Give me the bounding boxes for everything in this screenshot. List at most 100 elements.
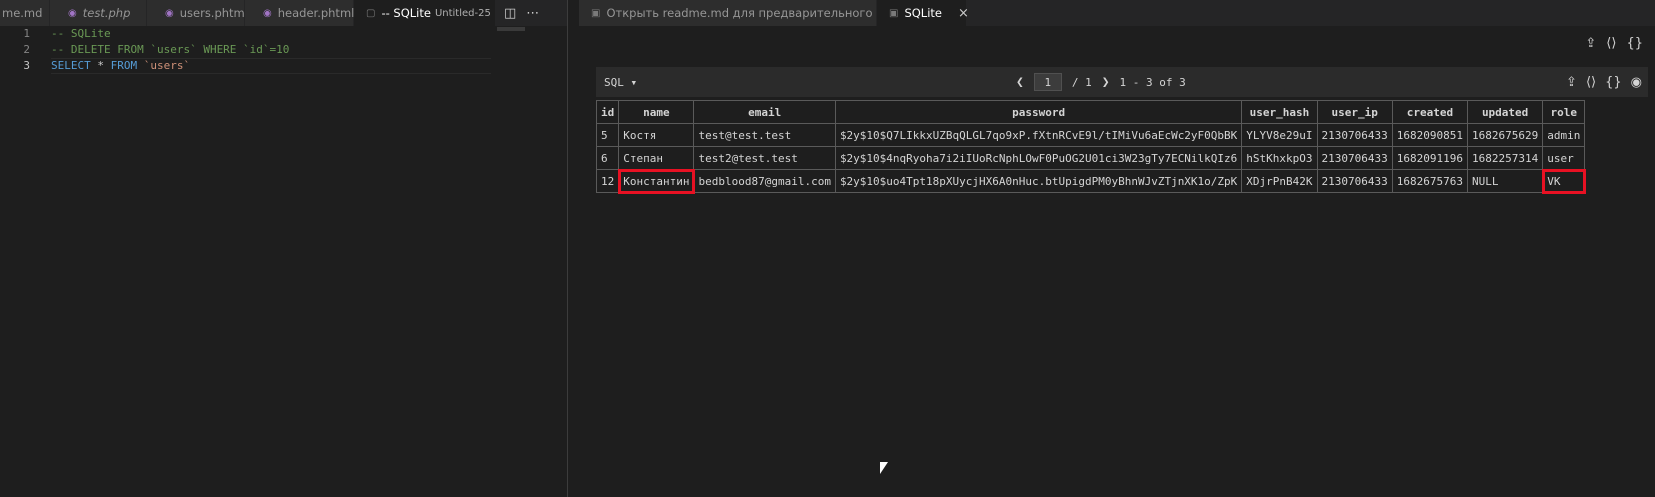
- cell-created[interactable]: 1682090851: [1391, 123, 1469, 147]
- tab-label: users.phtml: [179, 6, 248, 20]
- page-number-input[interactable]: [1033, 73, 1062, 91]
- json-icon[interactable]: ⟨⟩: [1606, 36, 1616, 51]
- cell-password[interactable]: $2y$10$uo4Tpt18pXUycjHX6A0nHuc.btUpigdPM…: [834, 169, 1243, 193]
- line-number: 1: [23, 27, 30, 40]
- cell-email[interactable]: test2@test.test: [693, 146, 836, 170]
- preview-tab-bar: ▣ Открыть readme.md для предварительного…: [579, 0, 1655, 26]
- cell-id[interactable]: 12: [595, 169, 620, 193]
- tab-test-php[interactable]: ◉ test.php: [50, 0, 147, 26]
- column-header[interactable]: email: [693, 100, 836, 124]
- editor-actions: ◫ ⋯: [496, 0, 547, 26]
- table-row: 12 Константин bedblood87@gmail.com $2y$1…: [595, 168, 1586, 194]
- tab-label: -- SQLite: [381, 6, 431, 20]
- panel-top-icons: ⇪ ⟨⟩ {}: [1585, 36, 1643, 51]
- code-line-current: 3 SELECT * FROM `users`: [0, 58, 567, 74]
- export-icon[interactable]: ⇪: [1566, 75, 1577, 90]
- results-toolbar: SQL ▾ ❮ / 1 ❯ 1 - 3 of 3 ⇪ ⟨⟩ {} ◉: [596, 67, 1648, 97]
- tab-label: me.md: [2, 6, 43, 20]
- keyword-select: SELECT: [51, 59, 91, 72]
- column-header[interactable]: user_hash: [1241, 100, 1318, 124]
- braces-icon[interactable]: {}: [1626, 36, 1643, 51]
- json-icon[interactable]: ⟨⟩: [1586, 75, 1596, 90]
- eye-icon[interactable]: ◉: [1631, 75, 1642, 90]
- preview-icon: ▣: [889, 7, 899, 19]
- split-editor-icon[interactable]: ◫: [504, 6, 516, 21]
- minimap[interactable]: [497, 27, 525, 31]
- cell-name[interactable]: Степан: [618, 146, 695, 170]
- editor-splitter[interactable]: [567, 0, 568, 497]
- code-text: -- SQLite: [51, 27, 111, 40]
- tab-header-phtml[interactable]: ◉ header.phtml: [245, 0, 354, 26]
- prev-page-icon[interactable]: ❮: [1016, 75, 1024, 90]
- cell-user-ip[interactable]: 2130706433: [1316, 146, 1393, 170]
- cell-password[interactable]: $2y$10$Q7LIkkxUZBqQLGL7qo9xP.fXtnRCvE9l/…: [834, 123, 1243, 147]
- cell-user-ip[interactable]: 2130706433: [1316, 169, 1393, 193]
- column-header[interactable]: password: [834, 100, 1243, 124]
- cell-password[interactable]: $2y$10$4nqRyoha7i2iIUoRcNphLOwF0PuOG2U01…: [834, 146, 1243, 170]
- sqlite-results-panel: ⇪ ⟨⟩ {} SQL ▾ ❮ / 1 ❯ 1 - 3 of 3 ⇪ ⟨⟩ {}…: [580, 26, 1655, 497]
- php-icon: ◉: [68, 7, 77, 19]
- file-icon: ▢: [366, 7, 376, 19]
- cell-name-highlighted[interactable]: Константин: [617, 168, 695, 194]
- mouse-cursor-icon: [880, 462, 888, 474]
- identifier-users: `users`: [137, 59, 191, 72]
- code-text: -- DELETE FROM `users` WHERE `id`=10: [51, 43, 290, 56]
- cell-role[interactable]: admin: [1542, 123, 1586, 147]
- cell-updated[interactable]: NULL: [1466, 169, 1544, 193]
- tab-sqlite-results[interactable]: ▣ SQLite ×: [877, 0, 969, 26]
- code-line: 2 -- DELETE FROM `users` WHERE `id`=10: [0, 42, 567, 58]
- cell-updated[interactable]: 1682675629: [1466, 123, 1544, 147]
- cell-id[interactable]: 5: [595, 123, 620, 147]
- more-actions-icon[interactable]: ⋯: [526, 6, 539, 21]
- line-number: 3: [23, 59, 30, 72]
- cell-user-hash[interactable]: YLYV8e29uI: [1241, 123, 1318, 147]
- tab-sublabel: Untitled-25: [434, 7, 491, 19]
- cell-user-hash[interactable]: hStKhxkpO3: [1241, 146, 1318, 170]
- php-icon: ◉: [263, 7, 272, 19]
- table-row: 6 Степан test2@test.test $2y$10$4nqRyoha…: [595, 146, 1586, 170]
- sql-dropdown[interactable]: SQL ▾: [604, 76, 637, 89]
- code-editor[interactable]: 1 -- SQLite 2 -- DELETE FROM `users` WHE…: [0, 26, 567, 497]
- column-header[interactable]: updated: [1466, 100, 1544, 124]
- toolbar-icons: ⇪ ⟨⟩ {} ◉: [1566, 67, 1642, 97]
- cell-role-highlighted[interactable]: VK: [1541, 168, 1586, 194]
- braces-icon[interactable]: {}: [1605, 75, 1622, 90]
- cell-email[interactable]: test@test.test: [693, 123, 836, 147]
- code-line: 1 -- SQLite: [0, 26, 567, 42]
- editor-tab-bar: me.md ◉ test.php ◉ users.phtml ◉ header.…: [0, 0, 568, 26]
- keyword-from: FROM: [110, 59, 138, 72]
- column-header[interactable]: created: [1391, 100, 1469, 124]
- next-page-icon[interactable]: ❯: [1102, 75, 1110, 90]
- tab-label: SQLite: [904, 6, 942, 20]
- cell-user-ip[interactable]: 2130706433: [1316, 123, 1393, 147]
- cell-name[interactable]: Костя: [618, 123, 695, 147]
- cell-user-hash[interactable]: XDjrPnB42K: [1241, 169, 1318, 193]
- column-header[interactable]: role: [1542, 100, 1586, 124]
- close-icon[interactable]: ×: [958, 6, 969, 21]
- cell-id[interactable]: 6: [595, 146, 620, 170]
- column-header[interactable]: user_ip: [1316, 100, 1393, 124]
- page-total: / 1: [1071, 75, 1092, 89]
- tab-readme[interactable]: me.md: [0, 0, 50, 26]
- tab-users-phtml[interactable]: ◉ users.phtml: [147, 0, 248, 26]
- header-row: id name email password user_hash user_ip…: [595, 100, 1586, 124]
- cell-created[interactable]: 1682091196: [1391, 146, 1469, 170]
- cell-updated[interactable]: 1682257314: [1466, 146, 1544, 170]
- export-icon[interactable]: ⇪: [1585, 36, 1596, 51]
- pager: ❮ / 1 ❯ 1 - 3 of 3: [1016, 67, 1186, 97]
- line-number: 2: [23, 43, 30, 56]
- table-row: 5 Костя test@test.test $2y$10$Q7LIkkxUZB…: [595, 123, 1586, 147]
- tab-sqlite-untitled[interactable]: ▢ -- SQLite Untitled-25: [354, 0, 496, 26]
- preview-icon: ▣: [591, 7, 601, 19]
- code-text: SELECT * FROM `users`: [51, 58, 491, 74]
- code-fragment: *: [90, 59, 111, 72]
- cell-email[interactable]: bedblood87@gmail.com: [693, 169, 836, 193]
- php-icon: ◉: [165, 7, 174, 19]
- cell-created[interactable]: 1682675763: [1391, 169, 1469, 193]
- column-header[interactable]: id: [595, 100, 620, 124]
- cell-role[interactable]: user: [1542, 146, 1586, 170]
- column-header[interactable]: name: [618, 100, 695, 124]
- tab-readme-preview[interactable]: ▣ Открыть readme.md для предварительного…: [579, 0, 941, 26]
- results-table: id name email password user_hash user_ip…: [595, 100, 1586, 194]
- row-range: 1 - 3 of 3: [1119, 75, 1186, 89]
